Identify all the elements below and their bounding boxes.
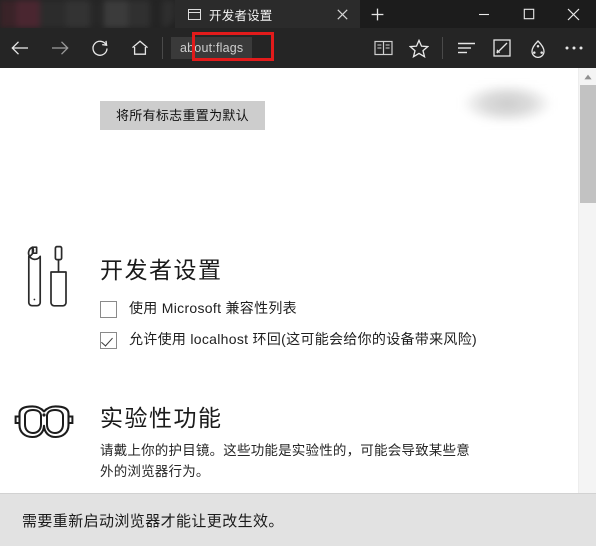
- tab-strip: 开发者设置: [0, 0, 394, 28]
- forward-arrow-icon[interactable]: [40, 28, 80, 68]
- page-content: 将所有标志重置为默认 开发者设置 使用 Microsoft 兼容性列表 允许使用…: [0, 68, 596, 493]
- web-note-icon[interactable]: [484, 28, 520, 68]
- option-label-localhost-loopback: 允许使用 localhost 环回(这可能会给你的设备带来风险): [129, 331, 477, 347]
- maximize-button[interactable]: [506, 0, 551, 28]
- redacted-tab-blur: [0, 0, 175, 28]
- page-icon: [187, 7, 201, 21]
- hub-icon[interactable]: [448, 28, 484, 68]
- developer-settings-heading: 开发者设置: [100, 257, 223, 283]
- back-arrow-icon[interactable]: [0, 28, 40, 68]
- tab-developer-settings[interactable]: 开发者设置: [175, 0, 360, 28]
- experimental-features-description: 请戴上你的护目镜。这些功能是实验性的，可能会导致某些意外的浏览器行为。: [100, 443, 470, 479]
- restart-notification-message: 需要重新启动浏览器才能让更改生效。: [22, 512, 284, 530]
- redacted-tab[interactable]: [0, 0, 175, 28]
- close-tab-icon[interactable]: [328, 0, 356, 28]
- experimental-features-heading: 实验性功能: [100, 405, 223, 431]
- reset-all-flags-button[interactable]: 将所有标志重置为默认: [100, 101, 265, 130]
- titlebar-spacer: [394, 0, 461, 28]
- new-tab-button[interactable]: [360, 0, 394, 28]
- option-label-compatibility-list: 使用 Microsoft 兼容性列表: [129, 300, 297, 316]
- goggles-icon: [13, 404, 75, 440]
- window-controls: [461, 0, 596, 28]
- blurred-watermark: [450, 78, 560, 136]
- address-bar[interactable]: about:flags: [169, 28, 365, 68]
- toolbar-divider-2: [442, 37, 443, 59]
- option-row-localhost-loopback[interactable]: 允许使用 localhost 环回(这可能会给你的设备带来风险): [100, 331, 477, 349]
- browser-window: 开发者设置 about:flags 将所有标志重置为默认 开发者设置 使用 Mi…: [0, 0, 596, 546]
- title-bar: 开发者设置: [0, 0, 596, 28]
- star-icon[interactable]: [401, 28, 437, 68]
- flags-page: 将所有标志重置为默认 开发者设置 使用 Microsoft 兼容性列表 允许使用…: [0, 68, 578, 493]
- toolbar-icons: [365, 28, 596, 68]
- minimize-button[interactable]: [461, 0, 506, 28]
- home-icon[interactable]: [120, 28, 160, 68]
- address-input[interactable]: about:flags: [171, 37, 253, 59]
- checkbox-compatibility-list[interactable]: [100, 301, 117, 318]
- toolbar-divider: [162, 37, 163, 59]
- share-icon[interactable]: [520, 28, 556, 68]
- option-row-compatibility-list[interactable]: 使用 Microsoft 兼容性列表: [100, 300, 297, 318]
- restart-notification-bar: 需要重新启动浏览器才能让更改生效。: [0, 493, 596, 546]
- tab-title: 开发者设置: [209, 8, 273, 23]
- scroll-up-arrow-icon[interactable]: [579, 68, 596, 85]
- checkbox-localhost-loopback[interactable]: [100, 332, 117, 349]
- scrollbar-thumb[interactable]: [580, 85, 596, 203]
- navigation-toolbar: about:flags: [0, 28, 596, 68]
- page-scrollbar[interactable]: [578, 68, 596, 493]
- close-window-button[interactable]: [551, 0, 596, 28]
- reading-view-icon[interactable]: [365, 28, 401, 68]
- tools-icon: [18, 244, 70, 310]
- refresh-icon[interactable]: [80, 28, 120, 68]
- more-ellipsis-icon[interactable]: [556, 28, 592, 68]
